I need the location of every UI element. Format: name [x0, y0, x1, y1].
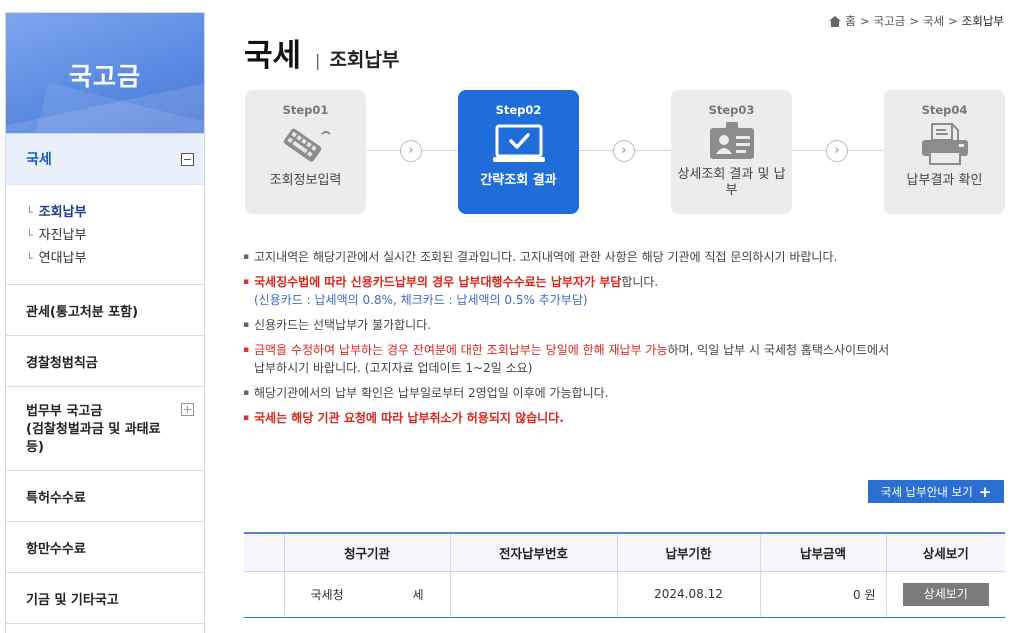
- chevron-right-icon: ›: [400, 140, 422, 162]
- sidebar-item-label: 국세: [26, 152, 52, 168]
- notice-item: 금액을 수정하여 납부하는 경우 잔여분에 대한 조회납부는 당일에 한해 재납…: [243, 341, 1013, 377]
- sidebar-item-funds-other[interactable]: 기금 및 기타국고: [6, 573, 204, 624]
- collapse-icon[interactable]: [181, 152, 194, 166]
- step-2: Step02 간략조회 결과: [458, 90, 579, 214]
- plus-icon: +: [978, 482, 992, 501]
- sidebar-title: 국고금: [68, 62, 141, 91]
- expand-icon[interactable]: [181, 403, 194, 416]
- submenu-item-self-payment[interactable]: └ 자진납부: [26, 224, 204, 247]
- submenu-item-inquiry-payment[interactable]: └ 조회납부: [26, 201, 204, 224]
- page-title-main: 국세: [244, 38, 302, 74]
- table-header-row: 청구기관 전자납부번호 납부기한 납부금액 상세보기: [244, 532, 1005, 572]
- table-header: 전자납부번호: [449, 532, 617, 572]
- printer-icon: [921, 123, 968, 165]
- step-1: Step01 조회정보입력: [245, 90, 366, 214]
- payment-table: 청구기관 전자납부번호 납부기한 납부금액 상세보기 국세청 세 2024.08…: [244, 532, 1005, 618]
- table-header: 납부금액: [759, 532, 886, 572]
- breadcrumb-current: 조회납부: [961, 14, 1004, 28]
- table-cell-agency: 국세청 세: [283, 571, 450, 618]
- detail-view-button[interactable]: 상세보기: [902, 582, 989, 606]
- home-icon[interactable]: [829, 15, 842, 27]
- submenu-item-joint-payment[interactable]: └ 연대납부: [26, 247, 204, 270]
- sidebar-item-justice-ministry[interactable]: 법무부 국고금 (검찰청벌과금 및 과태료등): [6, 387, 204, 471]
- notice-item: 국세징수법에 따라 신용카드납부의 경우 납부대행수수료는 납부자가 부담합니다…: [243, 273, 1013, 309]
- page-title-sub: 조회납부: [329, 49, 400, 71]
- sidebar-item-customs[interactable]: 관세(통고처분 포함): [6, 285, 204, 336]
- breadcrumb-home[interactable]: 홈: [845, 13, 856, 29]
- table-cell-due-date: 2024.08.12: [616, 571, 760, 618]
- notice-item: 해당기관에서의 납부 확인은 납부일로부터 2영업일 이후에 가능합니다.: [243, 384, 1013, 402]
- notice-list: 고지내역은 해당기관에서 실시간 조회된 결과입니다. 고지내역에 관한 사항은…: [243, 248, 1013, 434]
- table-header: 상세보기: [885, 532, 1005, 572]
- id-card-icon: [709, 122, 754, 159]
- breadcrumb-national-tax[interactable]: 국세: [923, 13, 944, 29]
- keyboard-icon: [283, 128, 331, 162]
- sidebar-item-police-fines[interactable]: 경찰청범칙금: [6, 336, 204, 387]
- chevron-right-icon: ›: [613, 140, 635, 162]
- table-cell-detail: 상세보기: [885, 571, 1005, 618]
- step-3: Step03 상세조회 결과 및 납부: [671, 90, 792, 214]
- table-cell-payment-number: [449, 571, 617, 618]
- sidebar-header: 국고금: [6, 13, 204, 133]
- table-header: 청구기관: [283, 532, 450, 572]
- notice-item: 신용카드는 선택납부가 불가합니다.: [243, 316, 1013, 334]
- tax-guide-button[interactable]: 국세 납부안내 보기 +: [868, 480, 1004, 503]
- table-header: 납부기한: [616, 532, 760, 572]
- sidebar: 국고금 국세 └ 조회납부 └ 자진납부 └ 연대납부 관세(통고처분 포함) 경찰청…: [5, 12, 205, 633]
- table-header: [244, 532, 284, 572]
- monitor-check-icon: [492, 124, 545, 162]
- notice-item: 고지내역은 해당기관에서 실시간 조회된 결과입니다. 고지내역에 관한 사항은…: [243, 248, 1013, 266]
- breadcrumb: 홈 > 국고금 > 국세 > 조회납부: [829, 13, 1004, 29]
- table-row: 국세청 세 2024.08.12 0 원 상세보기: [244, 571, 1005, 618]
- sidebar-item-port-fees[interactable]: 항만수수료: [6, 522, 204, 573]
- page-title: 국세 | 조회납부: [244, 30, 399, 75]
- breadcrumb-treasury[interactable]: 국고금: [873, 13, 905, 29]
- notice-item: 국세는 해당 기관 요청에 따라 납부취소가 허용되지 않습니다.: [243, 409, 1013, 427]
- sidebar-item-patent-fees[interactable]: 특허수수료: [6, 471, 204, 522]
- table-cell-amount: 0 원: [759, 571, 886, 618]
- table-cell: [244, 571, 284, 618]
- step-4: Step04 납부결과 확인: [884, 90, 1005, 214]
- sidebar-item-national-tax[interactable]: 국세: [6, 133, 204, 185]
- chevron-right-icon: ›: [826, 140, 848, 162]
- sidebar-submenu: └ 조회납부 └ 자진납부 └ 연대납부: [6, 185, 204, 285]
